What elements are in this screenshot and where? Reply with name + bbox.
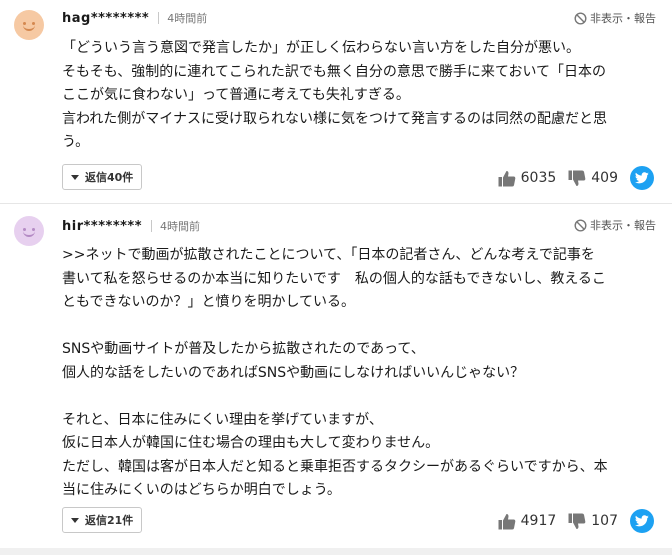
comment-actions: 6035 409 bbox=[498, 166, 654, 190]
prohibit-icon bbox=[574, 218, 587, 232]
avatar-mouth bbox=[23, 25, 35, 31]
comment-item: hir******** 4時間前 非表示・報告 >>ネットで動画が拡散されたこと… bbox=[0, 204, 672, 548]
thumbs-up-icon bbox=[498, 513, 515, 529]
comment-body: 「どういう言う意図で発言したか」が正しく伝わらない言い方をした自分が悪い。 そも… bbox=[62, 40, 608, 150]
meta-divider bbox=[158, 12, 160, 24]
replies-toggle-button[interactable]: 返信40件 bbox=[62, 164, 143, 190]
meta-divider bbox=[151, 220, 153, 232]
twitter-bird-icon bbox=[635, 172, 649, 184]
comment-item: hag******** 4時間前 非表示・報告 「どういう言う意図で発言したか」… bbox=[0, 0, 672, 203]
thumbs-down-icon bbox=[568, 513, 586, 529]
twitter-bird-icon bbox=[635, 515, 649, 527]
like-button[interactable]: 6035 bbox=[498, 170, 557, 187]
timestamp: 4時間前 bbox=[160, 220, 201, 233]
twitter-share-button[interactable] bbox=[630, 509, 654, 533]
comment-actions: 4917 107 bbox=[498, 509, 654, 533]
like-count: 4917 bbox=[520, 513, 557, 529]
like-count: 6035 bbox=[520, 170, 557, 186]
thumbs-up-icon bbox=[498, 170, 515, 186]
dislike-count: 107 bbox=[591, 513, 618, 529]
caret-down-icon bbox=[71, 174, 79, 180]
comment-meta: hir******** 4時間前 bbox=[62, 218, 200, 234]
username[interactable]: hag******** bbox=[62, 11, 149, 26]
hide-report-link[interactable]: 非表示・報告 bbox=[574, 10, 656, 26]
comment-body: >>ネットで動画が拡散されたことについて、「日本の記者さん、どんな考えで記事を … bbox=[62, 247, 608, 498]
thumbs-down-icon bbox=[568, 170, 586, 186]
hide-report-label: 非表示・報告 bbox=[590, 219, 656, 232]
prohibit-icon bbox=[574, 11, 587, 25]
hide-report-link[interactable]: 非表示・報告 bbox=[574, 217, 656, 233]
timestamp: 4時間前 bbox=[167, 12, 208, 25]
list-bottom-divider bbox=[0, 548, 672, 555]
avatar[interactable] bbox=[14, 216, 44, 246]
like-button[interactable]: 4917 bbox=[498, 513, 557, 530]
dislike-count: 409 bbox=[591, 170, 618, 186]
replies-count: 返信40件 bbox=[85, 171, 134, 184]
dislike-button[interactable]: 107 bbox=[568, 513, 618, 530]
username[interactable]: hir******** bbox=[62, 219, 142, 234]
avatar-mouth bbox=[23, 231, 35, 237]
comment-meta: hag******** 4時間前 bbox=[62, 10, 207, 26]
hide-report-label: 非表示・報告 bbox=[590, 12, 656, 25]
caret-down-icon bbox=[71, 517, 79, 523]
avatar[interactable] bbox=[14, 10, 44, 40]
replies-toggle-button[interactable]: 返信21件 bbox=[62, 507, 143, 533]
dislike-button[interactable]: 409 bbox=[568, 170, 618, 187]
twitter-share-button[interactable] bbox=[630, 166, 654, 190]
replies-count: 返信21件 bbox=[85, 514, 134, 527]
